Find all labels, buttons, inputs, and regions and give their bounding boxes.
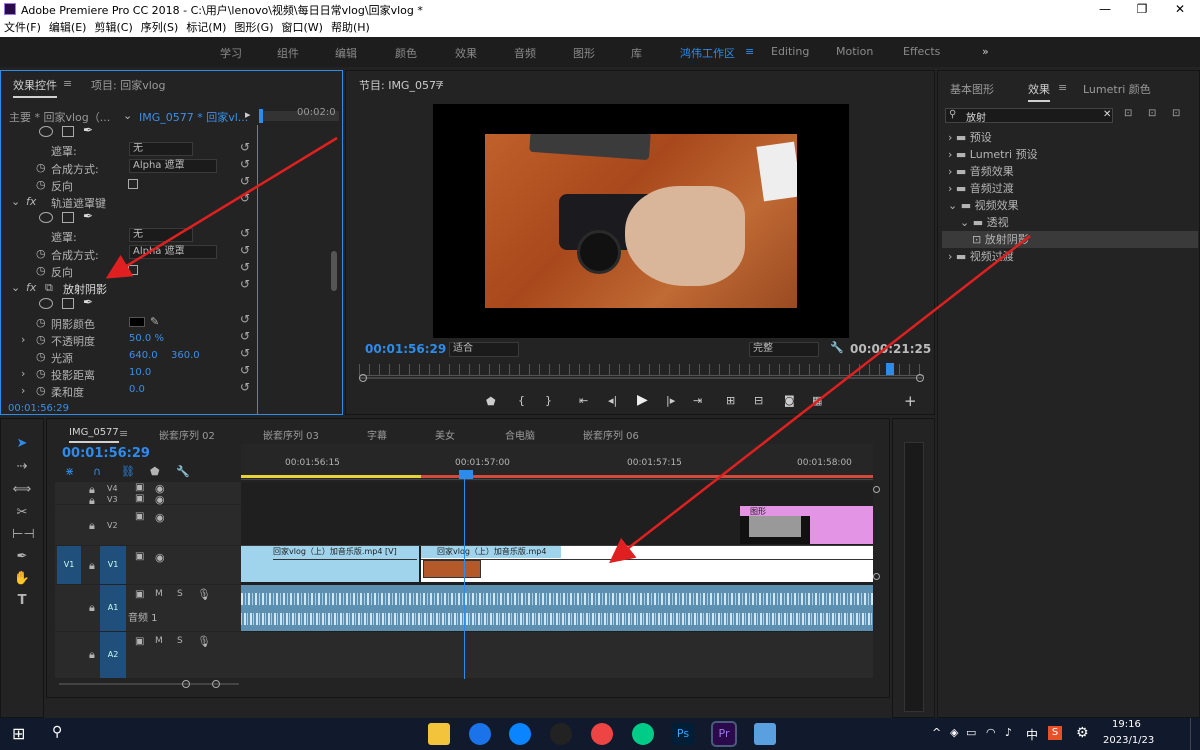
clock-date[interactable]: 2023/1/23 xyxy=(1103,735,1154,746)
arrow-to-radial-shadow xyxy=(105,136,338,279)
wifi-icon[interactable]: ◠ xyxy=(986,726,996,739)
tray-app-icon[interactable]: ◈ xyxy=(950,726,958,739)
show-desktop[interactable] xyxy=(1190,718,1200,750)
windows-start-icon[interactable]: ⊞ xyxy=(12,724,25,743)
chrome-icon[interactable] xyxy=(591,723,613,745)
edge-icon[interactable] xyxy=(509,723,531,745)
browser-icon[interactable] xyxy=(469,723,491,745)
clock-time[interactable]: 19:16 xyxy=(1112,719,1141,730)
file-explorer-icon[interactable] xyxy=(428,723,450,745)
ime-indicator[interactable]: 中 xyxy=(1026,726,1038,743)
notepad-icon[interactable] xyxy=(754,723,776,745)
taskbar: ⊞ ⚲ Ps Pr ^ ◈ ▭ ◠ ♪ 中 S ⚙ 19:16 2023/1/2… xyxy=(0,718,1200,750)
edge-dev-icon[interactable] xyxy=(632,723,654,745)
tray-icons[interactable]: ^ xyxy=(932,726,941,739)
annotation-arrows xyxy=(105,136,1031,564)
premiere-icon[interactable]: Pr xyxy=(711,721,737,747)
photoshop-icon[interactable]: Ps xyxy=(672,723,694,745)
settings-icon[interactable]: ⚙ xyxy=(1076,725,1089,741)
arrow-to-clip xyxy=(609,235,1031,564)
qq-icon[interactable] xyxy=(550,723,572,745)
volume-icon[interactable]: ♪ xyxy=(1005,726,1012,739)
search-icon[interactable]: ⚲ xyxy=(52,724,62,740)
battery-icon[interactable]: ▭ xyxy=(966,726,976,739)
sogou-icon[interactable]: S xyxy=(1048,726,1062,740)
